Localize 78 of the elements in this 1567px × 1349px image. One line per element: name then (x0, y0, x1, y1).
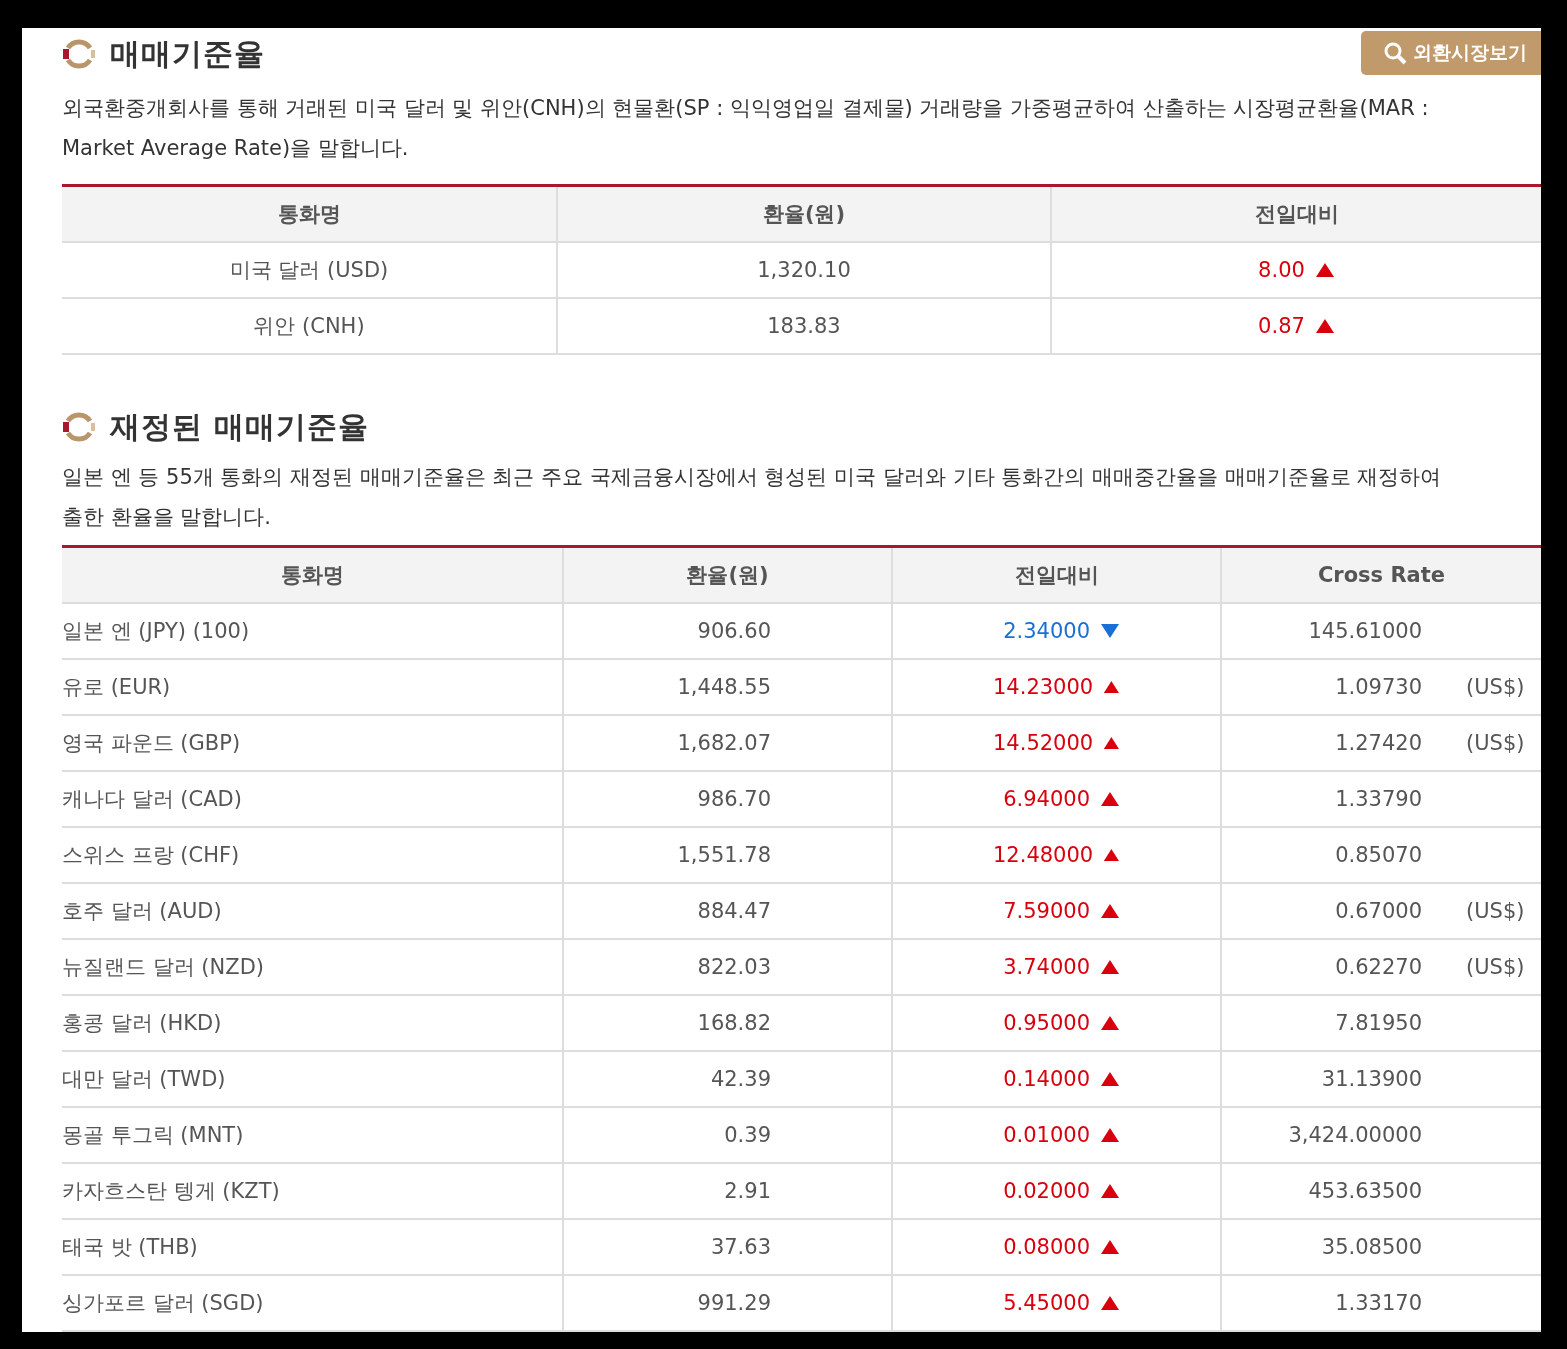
currency-name-cell-text: 캐나다 달러 (CAD) (62, 786, 243, 813)
description-text: 출한 환율을 말합니다. (62, 504, 273, 531)
column-header: 전일대비 (891, 548, 1220, 602)
change-value: 5.45000 (1003, 1291, 1090, 1315)
section-title: 재정된 매매기준율 (110, 407, 370, 446)
rate-cell: 168.82 (562, 996, 891, 1050)
change-value: 14.23000 (993, 675, 1094, 699)
currency-name-cell-text: 일본 엔 (JPY) (100) (62, 618, 251, 645)
rate-cell: 906.60 (562, 604, 891, 658)
search-icon (1383, 41, 1407, 65)
rate-cell: 1,551.78 (562, 828, 891, 882)
change-value: 0.14000 (1003, 1067, 1090, 1091)
currency-name-cell-text: 카자흐스탄 텡게 (KZT) (62, 1178, 281, 1205)
unit-label: (US$) (1466, 899, 1525, 923)
rate-cell: 1,320.10 (556, 243, 1050, 297)
rate-cell: 986.70 (562, 772, 891, 826)
rate-cell: 991.29 (562, 1276, 891, 1330)
change-value: 8.00 (1258, 258, 1305, 282)
rate-cell: 884.47 (562, 884, 891, 938)
description-text: 일본 엔 등 55개 통화의 재정된 매매기준율은 최근 주요 국제금융시장에서 형성된 미국 달러와 기타 통화간의 매매중간율을 매매기준율로 재정하여 (62, 464, 1443, 491)
column-header: 통화명 (279, 562, 345, 589)
unit-label: (US$) (1466, 955, 1525, 979)
cross-rate-value: 0.67000 (1334, 899, 1422, 923)
currency-name-cell-text: 태국 밧 (THB) (62, 1234, 199, 1261)
change-value: 0.87 (1258, 314, 1305, 338)
cross-rate-value: 1.33170 (1334, 1291, 1422, 1315)
change-value: 12.48000 (993, 843, 1094, 867)
fx-market-button[interactable]: 외환시장보기 (1361, 31, 1541, 75)
cross-rate-value: 145.61000 (1307, 619, 1422, 643)
rate-cell: 1,682.07 (562, 716, 891, 770)
cross-rate-value: 7.81950 (1334, 1011, 1422, 1035)
cross-rate-value: 1.27420 (1334, 731, 1422, 755)
currency-name-cell-text: 영국 파운드 (GBP) (62, 730, 242, 757)
currency-name-cell-text: 싱가포르 달러 (SGD) (62, 1290, 265, 1317)
rate-cell: 822.03 (562, 940, 891, 994)
cross-rate-value: 1.09730 (1334, 675, 1422, 699)
rate-cell: 37.63 (562, 1220, 891, 1274)
column-header: 전일대비 (1050, 187, 1541, 241)
change-value: 3.74000 (1003, 955, 1090, 979)
change-value: 2.34000 (1003, 619, 1090, 643)
currency-name-cell-text: 위안 (CNH) (252, 313, 366, 340)
change-value: 6.94000 (1003, 787, 1090, 811)
rate-cell: 42.39 (562, 1052, 891, 1106)
change-value: 0.01000 (1003, 1123, 1090, 1147)
column-header: 통화명 (276, 201, 342, 228)
change-value: 7.59000 (1003, 899, 1090, 923)
cross-rate-value: 35.08500 (1320, 1235, 1422, 1259)
change-value: 0.95000 (1003, 1011, 1090, 1035)
change-value: 0.02000 (1003, 1179, 1090, 1203)
ring-logo-icon (62, 410, 96, 444)
change-value: 0.08000 (1003, 1235, 1090, 1259)
ring-logo-icon (62, 37, 96, 71)
column-header: Cross Rate (1220, 548, 1541, 602)
rate-cell: 0.39 (562, 1108, 891, 1162)
currency-name-cell-text: 호주 달러 (AUD) (62, 898, 223, 925)
currency-name-cell-text: 스위스 프랑 (CHF) (62, 842, 241, 869)
description-text: 외국환중개회사를 통해 거래된 미국 달러 및 위안(CNH)의 현물환(SP : 익익영업일 결제물) 거래량을 가중평균하여 산출하는 시장평균환율(MAR : Market Average Rate)을 말합니다. (62, 95, 1430, 162)
rate-cell: 183.83 (556, 299, 1050, 353)
column-header: 환율(원) (562, 548, 891, 602)
currency-name-cell-text: 대만 달러 (TWD) (62, 1066, 227, 1093)
cross-rate-value: 1.33790 (1334, 787, 1422, 811)
currency-name-cell-text: 홍콩 달러 (HKD) (62, 1010, 223, 1037)
cross-rate-value: 31.13900 (1320, 1067, 1422, 1091)
currency-name-cell-text: 유로 (EUR) (62, 674, 172, 701)
cross-rate-value: 3,424.00000 (1287, 1123, 1422, 1147)
currency-name-cell-text: 몽골 투그릭 (MNT) (62, 1122, 245, 1149)
change-value: 14.52000 (993, 731, 1094, 755)
unit-label: (US$) (1466, 675, 1525, 699)
cross-rate-value: 0.62270 (1334, 955, 1422, 979)
rate-cell: 1,448.55 (562, 660, 891, 714)
unit-label: (US$) (1466, 731, 1525, 755)
cross-rate-value: 453.63500 (1307, 1179, 1422, 1203)
currency-name-cell-text: 뉴질랜드 달러 (NZD) (62, 954, 265, 981)
currency-name-cell-text: 미국 달러 (USD) (228, 257, 390, 284)
cross-rate-value: 0.85070 (1334, 843, 1422, 867)
column-header: 환율(원) (556, 187, 1050, 241)
rate-cell: 2.91 (562, 1164, 891, 1218)
section-title: 매매기준율 (110, 34, 265, 73)
